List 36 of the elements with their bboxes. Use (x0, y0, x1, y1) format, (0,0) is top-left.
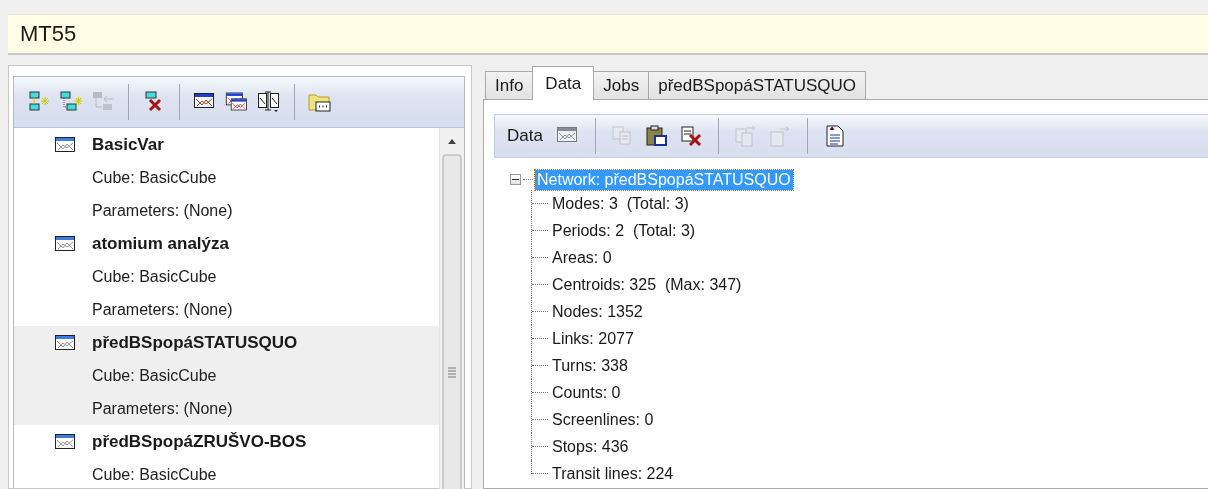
scenario-name: BasicVar (92, 134, 164, 155)
cube-label: Cube: BasicCube (92, 168, 217, 187)
toolbar-label: Data (507, 126, 543, 146)
tab[interactable]: Data (532, 66, 595, 100)
window-title: MT55 (8, 14, 1208, 55)
scenario-item[interactable]: předBSpopáZRUŠVO-BOS Cube: BasicCube (14, 425, 439, 489)
tab[interactable]: předBSpopáSTATUSQUO (648, 71, 866, 99)
scenario-item[interactable]: atomium analýza Cube: BasicCube Parameters: (None) (14, 227, 439, 326)
cube-label: Cube: BasicCube (92, 366, 217, 385)
tree-item[interactable]: Links: 2077 (550, 328, 636, 349)
tree-item[interactable]: Periods: 2 (Total: 3) (550, 220, 698, 241)
scenario-item[interactable]: předBSpopáSTATUSQUO Cube: BasicCube Parameters: (None) (14, 326, 439, 425)
tree-item[interactable]: Nodes: 1352 (550, 301, 645, 322)
tree-item[interactable]: Screenlines: 0 (550, 409, 656, 430)
scenario-name: atomium analýza (92, 233, 229, 254)
cube-label: Cube: BasicCube (92, 465, 217, 484)
tab[interactable]: Info (485, 71, 534, 99)
cube-label: Cube: BasicCube (92, 267, 217, 286)
scrollbar[interactable] (439, 128, 464, 489)
parameters-label: Parameters: (None) (92, 399, 233, 418)
tree-item[interactable]: Stops: 436 (550, 436, 631, 457)
tree-item[interactable]: Modes: 3 (Total: 3) (550, 193, 691, 214)
tree-item[interactable]: Transit lines: 224 (550, 463, 676, 484)
tree-item[interactable]: Counts: 0 (550, 382, 623, 403)
tree-item[interactable]: Turns: 338 (550, 355, 630, 376)
scenario-name: předBSpopáSTATUSQUO (92, 332, 298, 353)
grid-split-icon[interactable] (256, 89, 282, 115)
scenario-item[interactable]: BasicVar Cube: BasicCube Parameters: (None) (14, 128, 439, 227)
scenario-name: předBSpopáZRUŠVO-BOS (92, 431, 307, 452)
tree-item[interactable]: Centroids: 325 (Max: 347) (550, 274, 744, 295)
parameters-label: Parameters: (None) (92, 201, 233, 220)
tree-item[interactable]: Areas: 0 (550, 247, 614, 268)
clipboard-icon[interactable] (643, 123, 670, 149)
parameters-label: Parameters: (None) (92, 300, 233, 319)
tab[interactable]: Jobs (593, 71, 650, 99)
collapse-toggle[interactable] (510, 174, 521, 185)
